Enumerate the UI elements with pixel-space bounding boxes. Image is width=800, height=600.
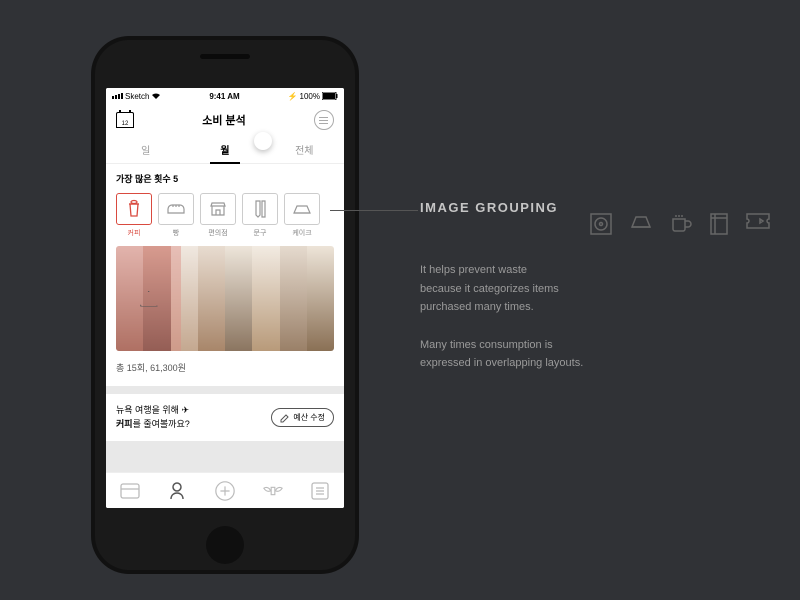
page-title: 소비 분석	[202, 112, 246, 128]
wifi-icon	[151, 92, 161, 100]
signal-icon	[112, 93, 123, 99]
calendar-icon[interactable]: 12	[116, 112, 134, 128]
plane-icon: ✈	[181, 405, 189, 415]
cat-coffee[interactable]: 커피	[116, 193, 152, 238]
edit-icon	[280, 413, 290, 423]
cat-bread[interactable]: 빵	[158, 193, 194, 238]
slice-icon	[630, 213, 652, 235]
summary-text: 총 15회, 61,300원	[116, 351, 334, 378]
image-collage[interactable]	[116, 246, 334, 351]
battery-pct: 100%	[300, 92, 320, 101]
screen: Sketch 9:41 AM ⚡ 100% 12 소비 분석 일 월 전체 가장…	[106, 88, 344, 508]
tab-day[interactable]: 일	[106, 136, 185, 163]
tab-indicator-dot	[254, 132, 272, 150]
mug-icon	[670, 213, 692, 235]
suggestion-msg: 뉴욕 여행을 위해 ✈ 커피를 줄여볼까요?	[116, 404, 190, 431]
tab-analysis[interactable]	[166, 480, 188, 502]
panel-icons	[590, 213, 760, 235]
warning-overlay	[116, 246, 181, 351]
pencil-icon	[253, 199, 267, 219]
cake-icon	[292, 202, 312, 216]
header: 12 소비 분석	[106, 104, 344, 136]
cat-store[interactable]: 편의점	[200, 193, 236, 238]
top-section: 가장 많은 횟수 5 커피 빵 편의점 문구	[106, 164, 344, 386]
annotation-panel: IMAGE GROUPING It helps prevent waste be…	[420, 200, 760, 373]
content: 가장 많은 횟수 5 커피 빵 편의점 문구	[106, 164, 344, 472]
battery-icon	[322, 92, 338, 100]
book-icon	[710, 213, 728, 235]
tab-wallet[interactable]	[119, 480, 141, 502]
carrier: Sketch	[125, 92, 149, 101]
tab-wings[interactable]	[262, 480, 284, 502]
store-icon	[209, 200, 227, 218]
tab-add[interactable]	[214, 480, 236, 502]
disc-icon	[590, 213, 612, 235]
budget-button[interactable]: 예산 수정	[271, 408, 334, 427]
cup-icon	[126, 199, 142, 219]
menu-icon[interactable]	[314, 110, 334, 130]
panel-title: IMAGE GROUPING	[420, 200, 558, 215]
tab-month[interactable]: 월	[185, 136, 264, 163]
bread-icon	[166, 202, 186, 216]
connector-line	[330, 210, 418, 211]
suggestion-section: 뉴욕 여행을 위해 ✈ 커피를 줄여볼까요? 예산 수정	[106, 394, 344, 441]
ticket-icon	[746, 213, 770, 235]
phone-frame: Sketch 9:41 AM ⚡ 100% 12 소비 분석 일 월 전체 가장…	[95, 40, 355, 570]
cat-cake[interactable]: 케이크	[284, 193, 320, 238]
period-tabs: 일 월 전체	[106, 136, 344, 164]
bluetooth-icon: ⚡	[288, 92, 298, 101]
category-row: 커피 빵 편의점 문구 케이크	[116, 193, 334, 238]
section-title: 가장 많은 횟수 5	[116, 172, 334, 185]
status-bar: Sketch 9:41 AM ⚡ 100%	[106, 88, 344, 104]
cat-stationery[interactable]: 문구	[242, 193, 278, 238]
tab-list[interactable]	[309, 480, 331, 502]
tab-bar	[106, 472, 344, 508]
tab-all[interactable]: 전체	[265, 136, 344, 163]
warning-icon	[140, 291, 158, 307]
clock: 9:41 AM	[209, 92, 239, 101]
panel-desc: It helps prevent waste because it catego…	[420, 261, 760, 373]
